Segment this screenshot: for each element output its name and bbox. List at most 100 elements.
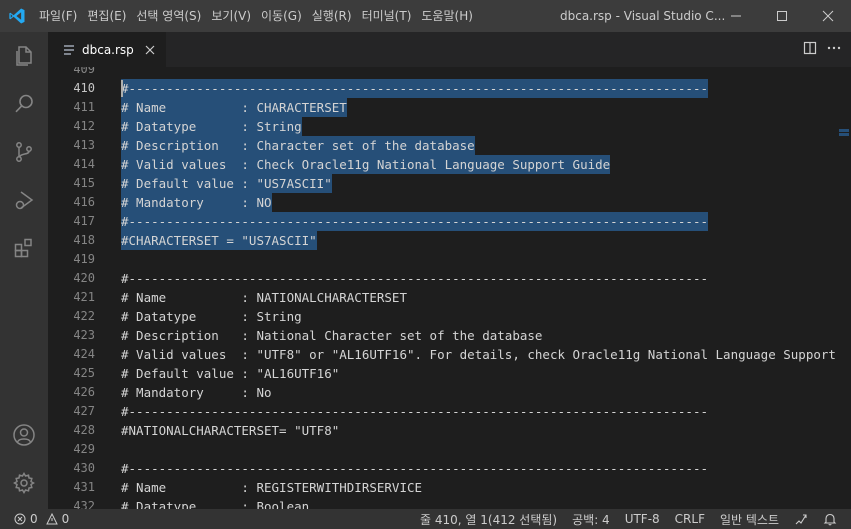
indentation[interactable]: 공백: 4 xyxy=(572,511,610,528)
line-text: # Mandatory : No xyxy=(121,385,272,400)
vertical-scrollbar[interactable] xyxy=(837,67,851,509)
cursor-position[interactable]: 줄 410, 열 1(412 선택됨) xyxy=(420,511,557,528)
code-line[interactable]: 427 #------------------------------------… xyxy=(48,402,851,421)
line-text: # Name : CHARACTERSET xyxy=(121,98,347,117)
line-number: 414 xyxy=(73,157,95,171)
code-line[interactable]: 416 # Mandatory : NO xyxy=(48,193,851,212)
menu-go[interactable]: 이동(G) xyxy=(256,0,307,32)
line-text: #---------------------------------------… xyxy=(121,271,708,286)
line-number: 426 xyxy=(73,385,95,399)
code-line[interactable]: 419 xyxy=(48,250,851,269)
line-number: 429 xyxy=(73,442,95,456)
line-number: 415 xyxy=(73,176,95,190)
split-editor-icon[interactable] xyxy=(803,41,817,58)
encoding[interactable]: UTF-8 xyxy=(625,512,660,526)
selection-ruler-mark xyxy=(839,133,849,136)
explorer-icon[interactable] xyxy=(0,32,48,80)
minimize-button[interactable] xyxy=(713,0,759,32)
code-line[interactable]: 414 # Valid values : Check Oracle11g Nati… xyxy=(48,155,851,174)
line-text: # Datatype : String xyxy=(121,309,302,324)
maximize-icon xyxy=(777,11,787,21)
code-line[interactable]: 422 # Datatype : String xyxy=(48,307,851,326)
close-window-button[interactable] xyxy=(805,0,851,32)
maximize-button[interactable] xyxy=(759,0,805,32)
code-line[interactable]: 428 #NATIONALCHARACTERSET= "UTF8" xyxy=(48,421,851,440)
menu-run[interactable]: 실행(R) xyxy=(307,0,357,32)
error-count: 0 xyxy=(30,512,38,526)
line-text: # Description : Character set of the dat… xyxy=(121,136,475,155)
line-number: 417 xyxy=(73,214,95,228)
code-line[interactable]: 424 # Valid values : "UTF8" or "AL16UTF16… xyxy=(48,345,851,364)
code-line[interactable]: 415 # Default value : "US7ASCII" xyxy=(48,174,851,193)
vscode-logo-icon xyxy=(0,0,34,32)
line-number: 420 xyxy=(73,271,95,285)
more-actions-icon[interactable] xyxy=(827,41,841,58)
code-line[interactable]: 430 #------------------------------------… xyxy=(48,459,851,478)
code-line[interactable]: 409 xyxy=(48,67,851,79)
editor-area[interactable]: 409 410 #---------------------------------… xyxy=(48,67,851,509)
menu-help[interactable]: 도움말(H) xyxy=(416,0,478,32)
menu-file[interactable]: 파일(F) xyxy=(34,0,82,32)
end-of-line[interactable]: CRLF xyxy=(675,512,705,526)
line-text: # Default value : "AL16UTF16" xyxy=(121,366,340,381)
code-line[interactable]: 423 # Description : National Character se… xyxy=(48,326,851,345)
tab-dbca-rsp[interactable]: dbca.rsp xyxy=(48,32,166,67)
code-line[interactable]: 417 #------------------------------------… xyxy=(48,212,851,231)
code-line[interactable]: 431 # Name : REGISTERWITHDIRSERVICE xyxy=(48,478,851,497)
manage-gear-icon[interactable] xyxy=(0,459,48,507)
tab-close-icon[interactable] xyxy=(142,42,158,58)
code-line[interactable]: 426 # Mandatory : No xyxy=(48,383,851,402)
feedback-icon[interactable] xyxy=(794,512,808,526)
language-mode[interactable]: 일반 텍스트 xyxy=(720,511,779,528)
line-text: # Valid values : Check Oracle11g Nationa… xyxy=(121,155,611,174)
warning-icon xyxy=(45,513,58,525)
code-line[interactable]: 429 xyxy=(48,440,851,459)
run-debug-icon[interactable] xyxy=(0,176,48,224)
problems-status[interactable]: 0 0 xyxy=(14,512,69,526)
code-line[interactable]: 413 # Description : Character set of the … xyxy=(48,136,851,155)
window-title: dbca.rsp - Visual Studio C... xyxy=(560,9,726,23)
line-number: 411 xyxy=(73,100,95,114)
menu-selection[interactable]: 선택 영역(S) xyxy=(131,0,206,32)
line-number: 418 xyxy=(73,233,95,247)
text-cursor xyxy=(121,80,123,97)
line-number: 421 xyxy=(73,290,95,304)
close-icon xyxy=(822,10,834,22)
code-line[interactable]: 418 #CHARACTERSET = "US7ASCII" xyxy=(48,231,851,250)
line-number: 409 xyxy=(73,67,95,76)
line-number: 423 xyxy=(73,328,95,342)
line-text: # Datatype : Boolean xyxy=(121,499,310,509)
search-icon[interactable] xyxy=(0,80,48,128)
code-line[interactable]: 425 # Default value : "AL16UTF16" xyxy=(48,364,851,383)
code-line[interactable]: 432 # Datatype : Boolean xyxy=(48,497,851,509)
line-text: # Default value : "US7ASCII" xyxy=(121,174,332,193)
line-number: 422 xyxy=(73,309,95,323)
activity-bar xyxy=(0,32,48,509)
line-number: 432 xyxy=(73,499,95,509)
settings-file-icon xyxy=(62,43,78,57)
code-line[interactable]: 412 # Datatype : String xyxy=(48,117,851,136)
status-right: 줄 410, 열 1(412 선택됨) 공백: 4 UTF-8 CRLF 일반 … xyxy=(420,509,837,529)
menu-edit[interactable]: 편집(E) xyxy=(82,0,131,32)
menu-terminal[interactable]: 터미널(T) xyxy=(357,0,417,32)
line-text: #---------------------------------------… xyxy=(121,212,708,231)
menu-view[interactable]: 보기(V) xyxy=(206,0,256,32)
extensions-icon[interactable] xyxy=(0,224,48,272)
code-line[interactable]: 411 # Name : CHARACTERSET xyxy=(48,98,851,117)
menu-bar: 파일(F) 편집(E) 선택 영역(S) 보기(V) 이동(G) 실행(R) 터… xyxy=(34,0,478,32)
line-number: 413 xyxy=(73,138,95,152)
code-line[interactable]: 410 #------------------------------------… xyxy=(48,79,851,98)
source-control-icon[interactable] xyxy=(0,128,48,176)
line-number: 416 xyxy=(73,195,95,209)
notifications-bell-icon[interactable] xyxy=(823,512,837,526)
tab-bar: dbca.rsp xyxy=(48,32,851,67)
warning-count: 0 xyxy=(61,512,70,526)
line-number: 410 xyxy=(73,81,95,95)
line-text: # Name : NATIONALCHARACTERSET xyxy=(121,290,407,305)
code-line[interactable]: 420 #------------------------------------… xyxy=(48,269,851,288)
line-text: #---------------------------------------… xyxy=(121,404,708,419)
editor-actions xyxy=(803,32,841,67)
line-text: #CHARACTERSET = "US7ASCII" xyxy=(121,231,317,250)
code-line[interactable]: 421 # Name : NATIONALCHARACTERSET xyxy=(48,288,851,307)
account-icon[interactable] xyxy=(0,411,48,459)
